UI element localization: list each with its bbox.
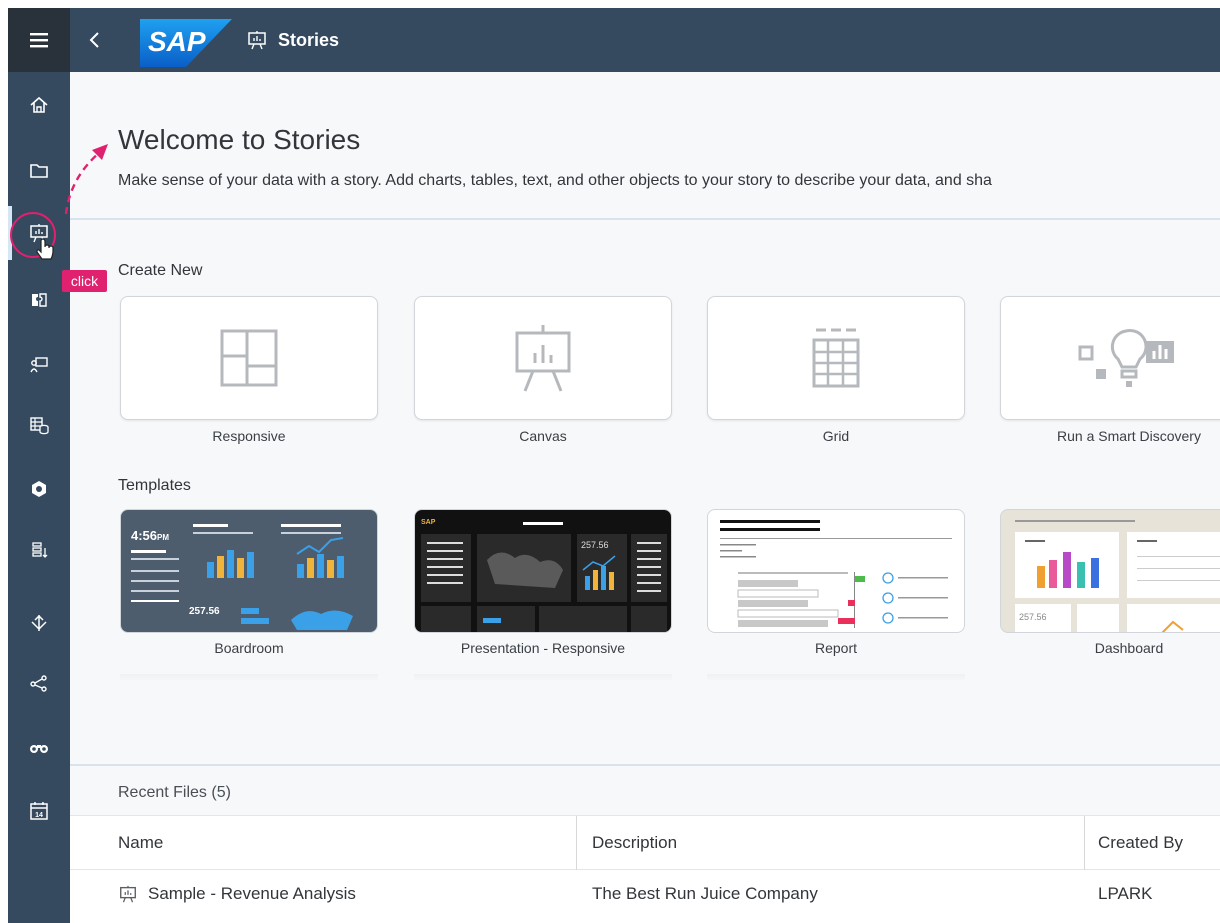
page-title: Welcome to Stories <box>118 124 361 155</box>
responsive-layout-icon <box>220 329 278 387</box>
tile-caption-canvas: Canvas <box>519 428 567 444</box>
report-thumbnail <box>720 520 952 628</box>
tile-caption-grid: Grid <box>822 428 850 444</box>
click-annotation-label: click <box>62 270 107 292</box>
template-dashboard[interactable]: 257.56 <box>1000 509 1220 633</box>
svg-text:4:56PM: 4:56PM <box>131 528 169 543</box>
nav-analytic-applications[interactable] <box>8 272 70 326</box>
nav-connections[interactable] <box>8 656 70 710</box>
nav-calendar[interactable]: 14 <box>8 784 70 838</box>
column-header-created-by[interactable]: Created By <box>1098 816 1183 870</box>
nav-modeler[interactable] <box>8 462 70 516</box>
nav-data-integration[interactable] <box>8 596 70 650</box>
folder-icon <box>30 164 48 178</box>
main-content: Welcome to Stories Make sense of your da… <box>70 72 1220 923</box>
template-shadow <box>707 674 965 682</box>
row-name-cell: Sample - Revenue Analysis <box>118 870 356 918</box>
recent-files-header: Recent Files (5) <box>70 766 1220 816</box>
template-caption-presentation: Presentation - Responsive <box>460 640 626 656</box>
column-header-name[interactable]: Name <box>118 816 163 870</box>
analytic-app-icon <box>32 293 47 307</box>
column-header-description[interactable]: Description <box>592 816 677 870</box>
boardroom-thumbnail: 4:56PM 257.56 <box>131 524 353 630</box>
home-icon <box>30 96 48 113</box>
nav-predictive[interactable] <box>8 524 70 578</box>
nav-discovery[interactable] <box>8 720 70 774</box>
grid-table-icon <box>812 328 860 388</box>
story-file-icon <box>120 885 136 903</box>
table-row[interactable]: Sample - Revenue Analysis The Best Run J… <box>70 870 1220 923</box>
back-button[interactable] <box>70 8 120 72</box>
svg-text:257.56: 257.56 <box>581 540 609 550</box>
table-header: Name Description Created By <box>70 816 1220 870</box>
create-canvas-tile[interactable] <box>414 296 672 420</box>
presentation-thumbnail: SAP 257.56 <box>421 519 667 632</box>
connections-icon <box>30 675 47 692</box>
column-divider[interactable] <box>576 816 577 870</box>
annotation-arrow <box>64 144 108 215</box>
smart-discovery-icon <box>1078 329 1174 387</box>
nav-home[interactable] <box>8 78 70 132</box>
create-grid-tile[interactable] <box>707 296 965 420</box>
row-created-by-cell: LPARK <box>1098 884 1153 903</box>
svg-text:SAP: SAP <box>148 26 206 57</box>
svg-text:257.56: 257.56 <box>189 606 220 617</box>
create-new-label: Create New <box>118 262 203 279</box>
template-report[interactable] <box>707 509 965 633</box>
row-description-cell: The Best Run Juice Company <box>592 884 818 903</box>
menu-icon <box>30 33 48 48</box>
tile-caption-responsive: Responsive <box>212 428 286 444</box>
shell-header: SAP Stories <box>70 8 1220 72</box>
create-smart-discovery-tile[interactable] <box>1000 296 1220 420</box>
stories-icon <box>248 31 266 50</box>
sap-logo[interactable]: SAP <box>140 19 232 67</box>
data-icon <box>30 417 49 435</box>
dashboard-thumbnail: 257.56 <box>1015 520 1220 632</box>
template-presentation-responsive[interactable]: SAP 257.56 <box>414 509 672 633</box>
nav-data[interactable] <box>8 398 70 452</box>
digital-boardroom-icon <box>30 357 48 373</box>
templates-label: Templates <box>118 477 191 494</box>
nav-digital-boardroom[interactable] <box>8 338 70 392</box>
page-subtitle: Make sense of your data with a story. Ad… <box>118 172 992 189</box>
file-name[interactable]: Sample - Revenue Analysis <box>148 884 356 904</box>
data-integration-icon <box>31 614 47 631</box>
recent-files-title: Recent Files (5) <box>118 784 231 801</box>
menu-button[interactable] <box>8 8 70 72</box>
svg-text:SAP: SAP <box>421 519 436 526</box>
welcome-banner: Welcome to Stories Make sense of your da… <box>70 72 1220 220</box>
discovery-icon <box>30 745 48 753</box>
template-boardroom[interactable]: 4:56PM 257.56 <box>120 509 378 633</box>
tile-caption-smart-discovery: Run a Smart Discovery <box>1057 428 1201 444</box>
modeler-icon <box>32 481 46 497</box>
column-divider[interactable] <box>1084 816 1085 870</box>
app-title: Stories <box>278 29 340 50</box>
predictive-icon <box>32 542 48 558</box>
template-caption-report: Report <box>814 640 858 656</box>
recent-files-panel: Recent Files (5) Name Description Create… <box>70 764 1220 923</box>
template-caption-dashboard: Dashboard <box>1094 640 1164 656</box>
create-responsive-tile[interactable] <box>120 296 378 420</box>
svg-text:14: 14 <box>35 812 43 819</box>
template-shadow <box>414 674 672 682</box>
chevron-left-icon <box>89 32 99 48</box>
calendar-icon: 14 <box>30 802 48 820</box>
hand-cursor-icon <box>36 238 54 260</box>
template-caption-boardroom: Boardroom <box>214 640 284 656</box>
svg-text:257.56: 257.56 <box>1019 612 1047 622</box>
template-shadow <box>120 674 378 682</box>
canvas-presentation-icon <box>515 325 571 392</box>
